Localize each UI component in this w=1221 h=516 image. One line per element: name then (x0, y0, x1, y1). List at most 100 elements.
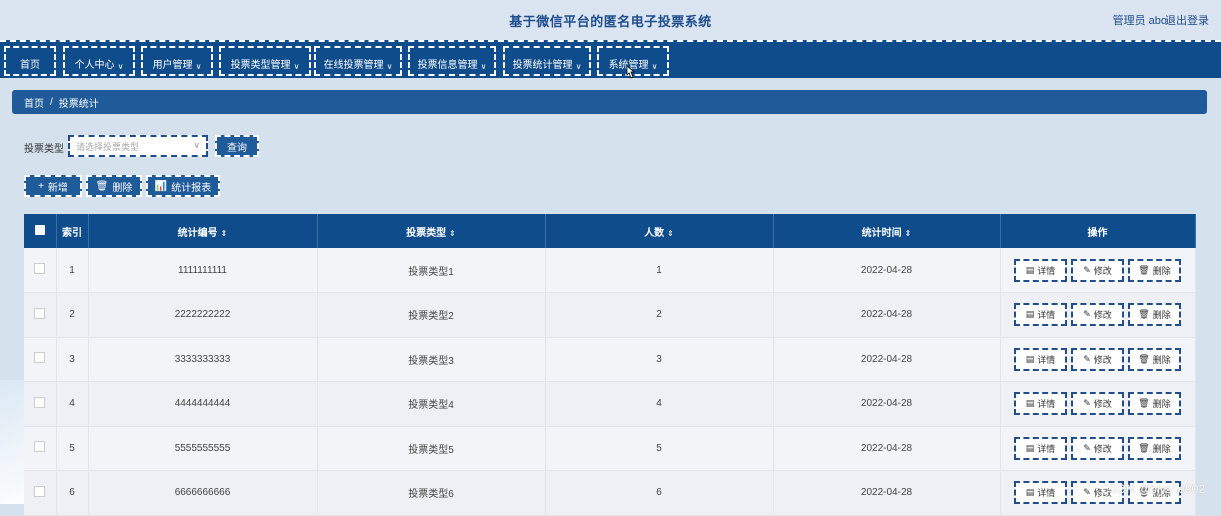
add-button[interactable]: + 新增 (24, 175, 82, 197)
cell-count: 1 (545, 248, 774, 293)
cell-code: 2222222222 (88, 292, 318, 338)
statistics-report-button[interactable]: 📊 统计报表 (146, 175, 220, 197)
trash-icon: 🗑 (1138, 309, 1150, 320)
cell-time: 2022-04-28 (773, 426, 1001, 471)
nav-item-label: 投票信息管理 (417, 60, 478, 71)
delete-button[interactable]: 🗑 删除 (86, 175, 142, 197)
table-row: 4 4444444444 投票类型4 4 2022-04-28 ▤ 详情 ✎ 修改 🗑 删除 (24, 381, 1196, 427)
nav-item-vote-statistics-management[interactable]: 投票统计管理 ∨ (503, 46, 591, 76)
detail-icon: ▤ (1025, 309, 1035, 320)
top-header: 基于微信平台的匿名电子投票系统 管理员 abo 退出登录 (0, 0, 1221, 40)
vote-type-select[interactable]: 请选择投票类型 ∨ (68, 135, 208, 157)
nav-item-user-management[interactable]: 用户管理 ∨ (141, 46, 213, 76)
trash-icon: 🗑 (1138, 264, 1150, 275)
edit-button[interactable]: ✎ 修改 (1071, 436, 1124, 460)
mouse-pointer-icon (626, 65, 636, 79)
sort-icon: ⇕ (667, 228, 674, 238)
cell-type: 投票类型3 (317, 337, 546, 382)
column-header-index: 索引 (56, 214, 89, 248)
row-checkbox[interactable] (24, 337, 57, 382)
detail-button[interactable]: ▤ 详情 (1014, 481, 1067, 505)
cell-index: 4 (56, 381, 89, 427)
nav-item-vote-type-management[interactable]: 投票类型管理 ∨ (219, 46, 311, 76)
query-button[interactable]: 查询 (215, 135, 259, 157)
detail-button[interactable]: ▤ 详情 (1014, 303, 1067, 327)
edit-icon: ✎ (1083, 353, 1091, 364)
detail-icon: ▤ (1025, 264, 1035, 275)
nav-item-personal-center[interactable]: 个人中心 ∨ (63, 46, 135, 76)
sort-icon: ⇕ (449, 228, 456, 238)
cell-time: 2022-04-28 (773, 337, 1001, 382)
main-nav: 首页 个人中心 ∨ 用户管理 ∨ 投票类型管理 ∨ 在线投票管理 ∨ 投票信息管理 ∨ 投… (0, 40, 1221, 78)
detail-button[interactable]: ▤ 详情 (1014, 392, 1067, 416)
nav-item-online-vote-management[interactable]: 在线投票管理 ∨ (314, 46, 402, 76)
row-delete-button[interactable]: 🗑 删除 (1128, 436, 1181, 460)
table-row: 5 5555555555 投票类型5 5 2022-04-28 ▤ 详情 ✎ 修改 🗑 删除 (24, 426, 1196, 471)
detail-button[interactable]: ▤ 详情 (1014, 258, 1067, 282)
table-row: 2 2222222222 投票类型2 2 2022-04-28 ▤ 详情 ✎ 修改 🗑 删除 (24, 292, 1196, 338)
nav-item-label: 个人中心 (74, 60, 115, 71)
edit-icon: ✎ (1083, 487, 1091, 498)
column-header-count[interactable]: 人数 ⇕ (545, 214, 774, 248)
column-header-code[interactable]: 统计编号 ⇕ (88, 214, 318, 248)
chevron-down-icon: ∨ (575, 62, 582, 71)
row-delete-button[interactable]: 🗑 删除 (1128, 392, 1181, 416)
row-checkbox[interactable] (24, 381, 57, 427)
chevron-down-icon: ∨ (117, 62, 124, 71)
statistics-table: 索引 统计编号 ⇕ 投票类型 ⇕ 人数 ⇕ 统计时间 ⇕ 操作 1 1111111111 投… (24, 214, 1196, 516)
add-button-label: 新增 (47, 182, 68, 194)
row-delete-button[interactable]: 🗑 删除 (1128, 258, 1181, 282)
cell-actions: ▤ 详情 ✎ 修改 🗑 删除 (1000, 337, 1196, 382)
cell-count: 6 (545, 470, 774, 516)
edit-button[interactable]: ✎ 修改 (1071, 303, 1124, 327)
cell-count: 5 (545, 426, 774, 471)
bar-chart-icon: 📊 (154, 180, 168, 192)
table-header-row: 索引 统计编号 ⇕ 投票类型 ⇕ 人数 ⇕ 统计时间 ⇕ 操作 (24, 214, 1196, 248)
cell-code: 1111111111 (88, 248, 318, 293)
cell-type: 投票类型5 (317, 426, 546, 471)
cell-actions: ▤ 详情 ✎ 修改 🗑 删除 (1000, 248, 1196, 293)
cell-type: 投票类型2 (317, 292, 546, 338)
detail-button[interactable]: ▤ 详情 (1014, 436, 1067, 460)
cell-actions: ▤ 详情 ✎ 修改 🗑 删除 (1000, 381, 1196, 427)
cell-time: 2022-04-28 (773, 470, 1001, 516)
row-delete-button[interactable]: 🗑 删除 (1128, 303, 1181, 327)
chevron-down-icon: ∨ (651, 62, 658, 71)
nav-item-label: 用户管理 (152, 60, 193, 71)
breadcrumb-current: 投票统计 (58, 98, 99, 110)
select-all-checkbox[interactable] (24, 214, 57, 248)
row-checkbox[interactable] (24, 248, 57, 293)
trash-icon: 🗑 (1138, 353, 1150, 364)
nav-item-home[interactable]: 首页 (4, 46, 56, 76)
sort-icon: ⇕ (220, 228, 228, 238)
nav-item-vote-info-management[interactable]: 投票信息管理 ∨ (408, 46, 496, 76)
trash-icon: 🗑 (95, 180, 109, 192)
cell-code: 6666666666 (88, 470, 318, 516)
cell-code: 3333333333 (88, 337, 318, 382)
detail-icon: ▤ (1025, 442, 1035, 453)
cell-count: 3 (545, 337, 774, 382)
row-checkbox[interactable] (24, 426, 57, 471)
column-header-time[interactable]: 统计时间 ⇕ (773, 214, 1001, 248)
row-checkbox[interactable] (24, 470, 57, 516)
column-header-ops: 操作 (1000, 214, 1196, 248)
current-user: 管理员 abo (1112, 15, 1167, 27)
logout-link[interactable]: 退出登录 (1165, 12, 1209, 28)
detail-button[interactable]: ▤ 详情 (1014, 347, 1067, 371)
cell-index: 1 (56, 248, 89, 293)
nav-item-label: 首页 (20, 60, 40, 71)
watermark: CSDN @biyshe902 (1100, 482, 1205, 496)
row-checkbox[interactable] (24, 292, 57, 338)
column-header-type[interactable]: 投票类型 ⇕ (317, 214, 546, 248)
trash-icon: 🗑 (1138, 398, 1150, 409)
edit-button[interactable]: ✎ 修改 (1071, 258, 1124, 282)
breadcrumb-home[interactable]: 首页 (24, 95, 44, 110)
cell-time: 2022-04-28 (773, 381, 1001, 427)
detail-icon: ▤ (1025, 487, 1035, 498)
row-delete-button[interactable]: 🗑 删除 (1128, 347, 1181, 371)
cell-code: 5555555555 (88, 426, 318, 471)
sort-icon: ⇕ (904, 228, 912, 238)
edit-button[interactable]: ✎ 修改 (1071, 347, 1124, 371)
edit-button[interactable]: ✎ 修改 (1071, 392, 1124, 416)
cell-actions: ▤ 详情 ✎ 修改 🗑 删除 (1000, 292, 1196, 338)
